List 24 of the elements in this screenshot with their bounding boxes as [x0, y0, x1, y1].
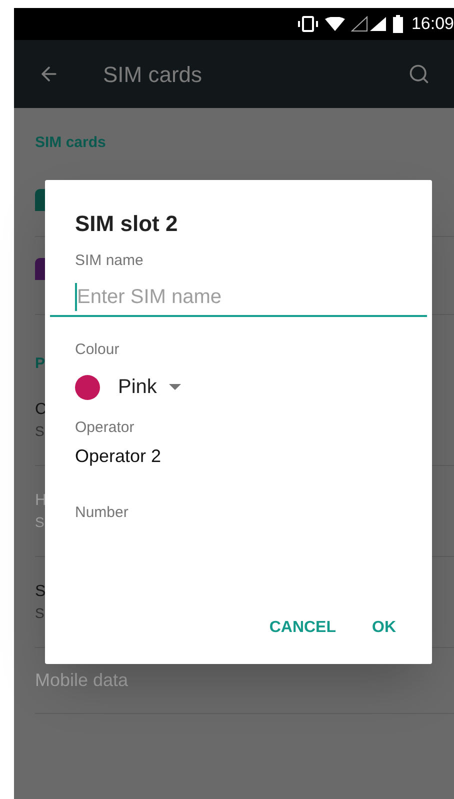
battery-icon	[393, 15, 404, 33]
sim-name-input[interactable]: Enter SIM name	[77, 282, 427, 312]
dialog-button[interactable]: OK	[358, 608, 410, 648]
status-time: 16:09	[411, 13, 454, 36]
field-label: SIM name	[74, 251, 144, 271]
colour-dropdown[interactable]: Pink	[75, 369, 181, 405]
signal-icon	[351, 16, 388, 32]
search-icon[interactable]	[408, 63, 430, 85]
toolbar-title: SIM cards	[103, 60, 202, 88]
field-label: Operator	[74, 418, 136, 438]
field-label: Colour	[74, 340, 120, 360]
vibrate-icon	[297, 16, 320, 32]
wifi-icon	[325, 17, 346, 31]
setting-title: S	[35, 582, 46, 602]
dialog-title: SIM slot 2	[74, 210, 179, 238]
text-cursor	[75, 282, 77, 310]
section-header: SIM cards	[35, 133, 107, 153]
setting-title: C	[35, 400, 47, 420]
field-label: Number	[74, 502, 130, 522]
dropdown-caret-icon	[168, 384, 181, 390]
section-header: P	[35, 354, 46, 374]
sim-name-field[interactable]: Enter SIM name	[50, 278, 427, 316]
operator-value: Operator 2	[74, 444, 162, 468]
dialog-button[interactable]: CANCEL	[255, 608, 350, 648]
